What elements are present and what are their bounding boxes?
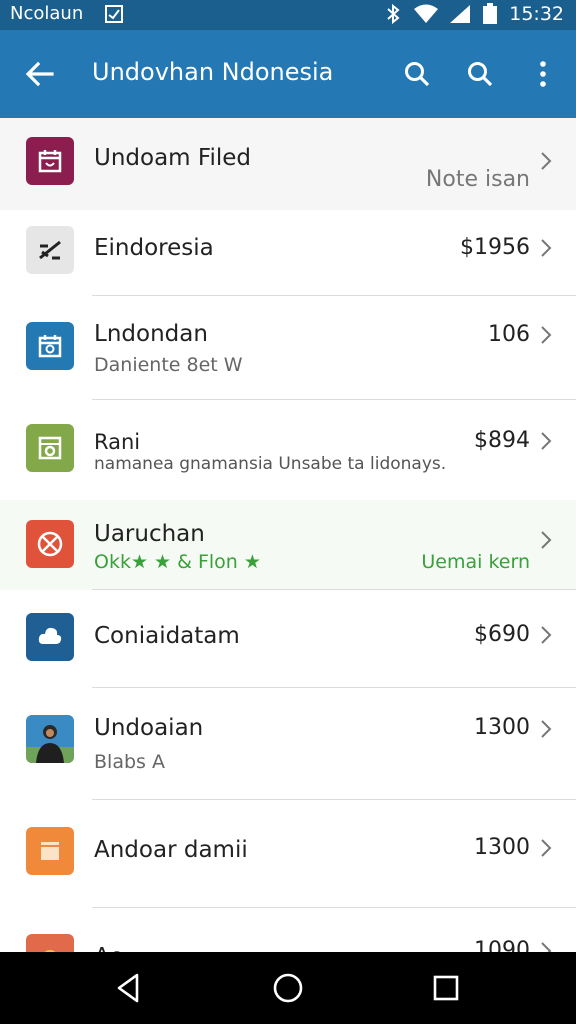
no-entry-icon	[26, 520, 74, 568]
list-item[interactable]: Rani namanea gnamansia Unsabe ta lidonay…	[0, 400, 576, 500]
notification-icon	[105, 5, 123, 23]
status-bar: Ncolaun 15:32	[0, 0, 576, 30]
list-item[interactable]: Undoam Filed Note isan	[0, 118, 576, 210]
chevron-right-icon	[541, 239, 552, 257]
app-bar: Undovhan Ndonesia	[0, 30, 576, 118]
list-item[interactable]: Undoaian Blabs A 1300	[0, 688, 576, 800]
item-subtitle: namanea gnamansia Unsabe ta lidonays.	[94, 454, 447, 474]
nav-home-icon	[273, 973, 303, 1003]
item-value: 1300	[474, 835, 530, 860]
back-arrow-icon[interactable]	[22, 56, 58, 92]
item-value: Note isan	[425, 167, 530, 192]
page-title: Undovhan Ndonesia	[92, 58, 334, 86]
chevron-right-icon	[541, 839, 552, 857]
item-title: Coniaidatam	[94, 623, 240, 649]
nav-back-button[interactable]	[106, 966, 150, 1010]
item-title: Andoar damii	[94, 837, 248, 863]
box-icon	[26, 827, 74, 875]
overflow-menu-button[interactable]	[525, 56, 561, 92]
item-subtitle: Blabs A	[94, 751, 165, 773]
item-value: 1300	[474, 715, 530, 740]
item-value: 106	[488, 322, 530, 347]
cloud-icon	[26, 613, 74, 661]
chevron-right-icon	[541, 531, 552, 549]
item-title: Undoaian	[94, 715, 204, 741]
navigation-bar	[0, 952, 576, 1024]
list-item[interactable]: Uaruchan Okk★ ★ & Flon ★ Uemai kern	[0, 500, 576, 590]
item-title: Rani	[94, 430, 141, 454]
item-subtitle: Okk★ ★ & Flon ★	[94, 551, 261, 573]
battery-icon	[483, 3, 498, 24]
item-subtitle: Daniente 8et W	[94, 354, 243, 376]
calendar-icon	[26, 137, 74, 185]
nav-recents-button[interactable]	[424, 966, 468, 1010]
item-value: 1090	[474, 938, 530, 952]
bluetooth-icon	[387, 3, 400, 25]
chevron-right-icon	[541, 720, 552, 738]
wifi-icon	[414, 4, 439, 23]
calendar-icon	[26, 322, 74, 370]
chevron-right-icon	[541, 432, 552, 450]
item-title: Lndondan	[94, 321, 208, 347]
search-icon	[405, 62, 430, 87]
nav-back-icon	[117, 973, 139, 1003]
chevron-right-icon	[541, 626, 552, 644]
list-item[interactable]: Coniaidatam $690	[0, 590, 576, 688]
clock: 15:32	[509, 3, 564, 25]
signal-icon	[450, 5, 471, 23]
list-item[interactable]: Eindoresia $1956	[0, 210, 576, 296]
list-item[interactable]: Ae 1090	[0, 908, 576, 952]
search-button[interactable]	[399, 56, 435, 92]
item-value: Uemai kern	[421, 551, 530, 573]
more-vert-icon	[540, 61, 546, 87]
chevron-right-icon	[541, 326, 552, 344]
item-title: Eindoresia	[94, 235, 214, 261]
avatar-icon	[26, 715, 74, 763]
nav-recents-icon	[433, 975, 459, 1001]
chevron-right-icon	[541, 942, 552, 952]
search-icon	[468, 62, 493, 87]
item-title: Uaruchan	[94, 521, 205, 547]
item-title: Undoam Filed	[94, 145, 251, 171]
carrier-name: Ncolaun	[10, 3, 84, 24]
item-list: Undoam Filed Note isan Eindoresia $1956 …	[0, 118, 576, 952]
item-value: $1956	[460, 235, 530, 260]
list-item[interactable]: Andoar damii 1300	[0, 800, 576, 908]
app-icon	[26, 934, 74, 952]
item-value: $690	[474, 622, 530, 647]
item-title: Ae	[94, 944, 123, 952]
nav-home-button[interactable]	[266, 966, 310, 1010]
search-button-secondary[interactable]	[462, 56, 498, 92]
chevron-right-icon	[541, 152, 552, 170]
item-value: $894	[474, 428, 530, 453]
list-item[interactable]: Lndondan Daniente 8et W 106	[0, 296, 576, 400]
washer-icon	[26, 424, 74, 472]
chart-icon	[26, 226, 74, 274]
